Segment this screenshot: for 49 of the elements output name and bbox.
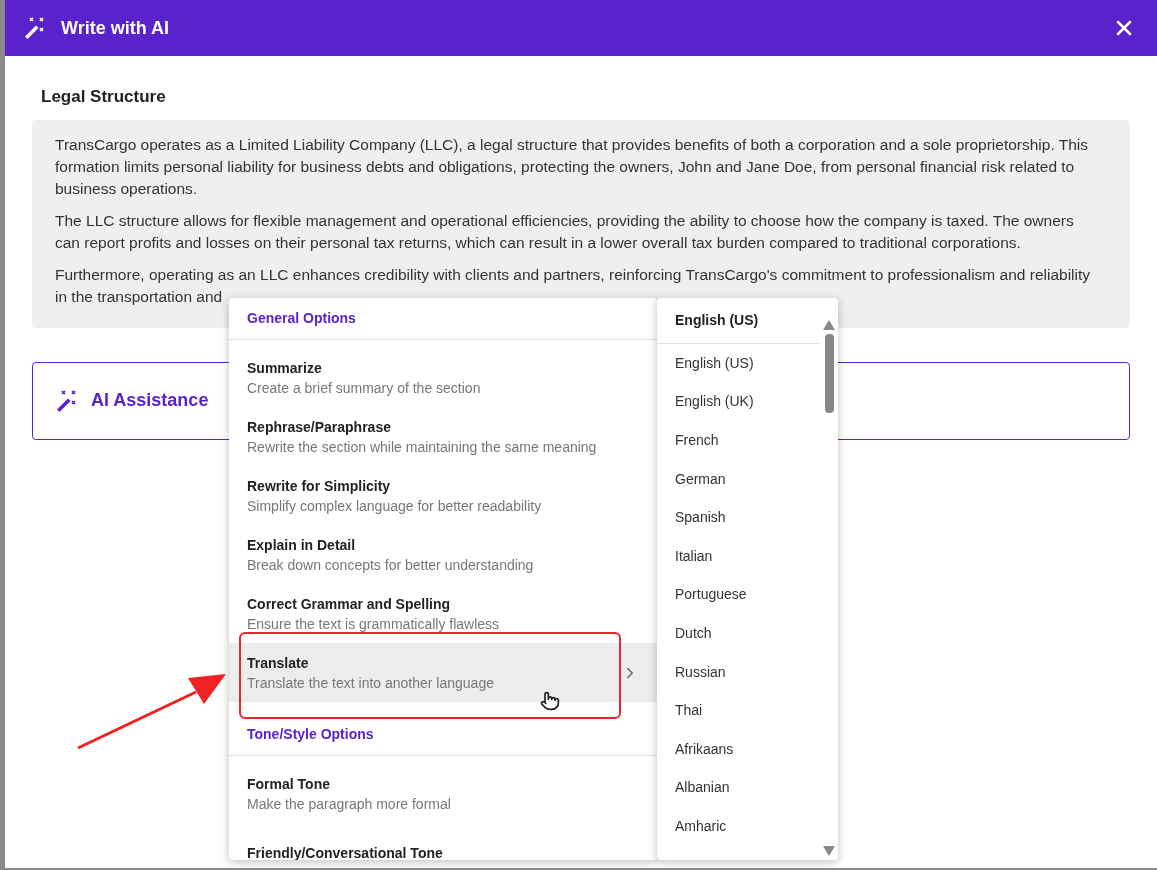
scroll-down-arrow-icon[interactable]: [823, 846, 835, 856]
menu-item-title: Friendly/Conversational Tone: [247, 843, 444, 860]
ai-assistance-label: AI Assistance: [91, 389, 209, 412]
menu-item[interactable]: Summarize Create a brief summary of the section: [229, 348, 657, 407]
menu-item[interactable]: Rephrase/Paraphrase Rewrite the section while maintaining the same meaning: [229, 407, 657, 466]
hand-cursor-icon: [540, 690, 560, 712]
menu-item-description: Make the paragraph more formal: [247, 794, 452, 814]
language-option[interactable]: French: [657, 421, 820, 460]
language-option[interactable]: Dutch: [657, 614, 820, 653]
scroll-up-arrow-icon[interactable]: [823, 320, 835, 330]
menu-item-description: Ensure the text is grammatically flawless: [247, 614, 501, 634]
language-option[interactable]: Albanian: [657, 768, 820, 808]
dialog-title: Write with AI: [61, 16, 169, 40]
language-option[interactable]: Portuguese: [657, 575, 820, 615]
menu-item-description: Break down concepts for better understanding: [247, 555, 535, 575]
menu-item-title: Explain in Detail: [247, 535, 357, 555]
menu-item[interactable]: Friendly/Conversational Tone: [229, 823, 657, 860]
language-option[interactable]: Spanish: [657, 498, 820, 537]
language-option[interactable]: Amharic: [657, 807, 820, 846]
current-language: English (US): [657, 298, 820, 344]
paragraph: The LLC structure allows for flexible management and operational efficiencies, providing the ability to choose how the company is taxed. The owners can report profits and losses on their personal tax returns, which can result in a lower overall tax burden compared to traditional corporations.: [55, 210, 1075, 253]
menu-item-description: Rewrite the section while maintaining the same meaning: [247, 437, 598, 457]
menu-item-title: Formal Tone: [247, 774, 331, 794]
language-option[interactable]: Afrikaans: [657, 729, 820, 769]
language-option[interactable]: Italian: [657, 536, 820, 576]
magic-wand-icon: [55, 388, 79, 413]
menu-item[interactable]: Translate Translate the text into another language: [229, 643, 657, 702]
language-option[interactable]: English (UK): [657, 382, 820, 422]
scrollbar-thumb[interactable]: [824, 334, 834, 413]
magic-wand-icon: [23, 16, 47, 40]
menu-item-title: Correct Grammar and Spelling: [247, 594, 452, 614]
menu-item-title: Translate: [247, 653, 310, 673]
menu-item-description: Translate the text into another language: [247, 673, 495, 693]
menu-item[interactable]: Correct Grammar and Spelling Ensure the text is grammatically flawless: [229, 584, 657, 643]
menu-item-description: Simplify complex language for better readability: [247, 496, 543, 516]
language-option[interactable]: German: [657, 459, 820, 499]
paragraph: TransCargo operates as a Limited Liability Company (LLC), a legal structure that provides benefits of both a corporation and a sole proprietorship. This formation limits personal liability for business debts and obligations, protecting the owners, John and Jane Doe, from personal financial risk related to business operations.: [55, 134, 1090, 199]
menu-item-description: Create a brief summary of the section: [247, 378, 482, 398]
menu-item[interactable]: Formal Tone Make the paragraph more formal: [229, 764, 657, 823]
menu-item[interactable]: Explain in Detail Break down concepts for better understanding: [229, 525, 657, 584]
menu-item-title: Rephrase/Paraphrase: [247, 417, 392, 437]
language-option[interactable]: English (US): [657, 344, 820, 383]
menu-item-title: Summarize: [247, 358, 323, 378]
menu-group-heading: General Options: [229, 298, 657, 340]
section-title: Legal Structure: [40, 86, 167, 108]
language-option[interactable]: Thai: [657, 691, 820, 730]
menu-item-title: Rewrite for Simplicity: [247, 476, 392, 496]
language-option[interactable]: Russian: [657, 652, 820, 692]
menu-item[interactable]: Rewrite for Simplicity Simplify complex language for better readability: [229, 466, 657, 525]
